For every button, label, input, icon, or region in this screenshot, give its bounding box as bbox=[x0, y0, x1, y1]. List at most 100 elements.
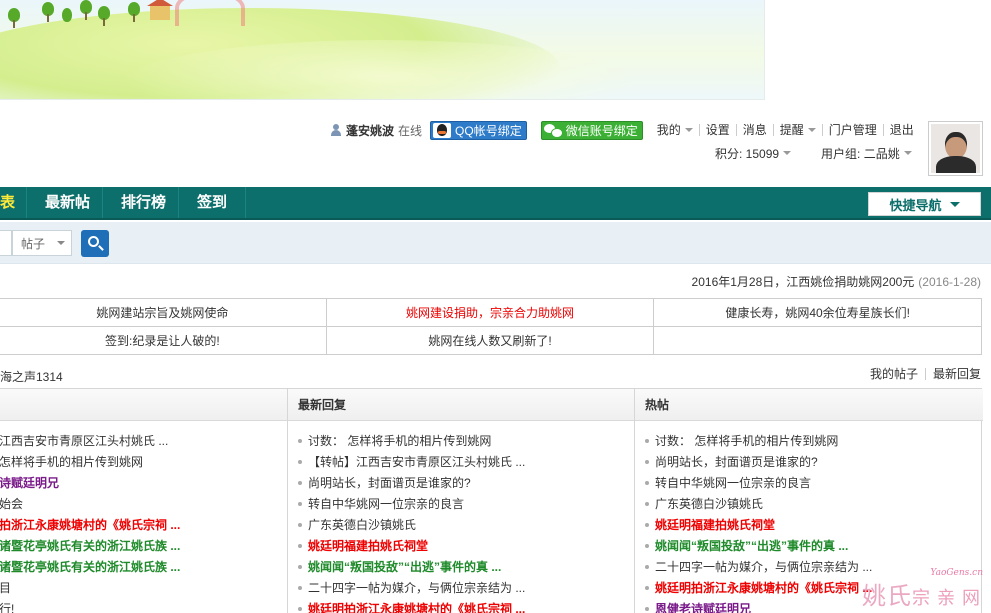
bullet-icon bbox=[298, 459, 302, 464]
list-item-title: 姚廷明拍浙江永康姚塘村的《姚氏宗祠 ... bbox=[655, 581, 873, 595]
chevron-down-icon bbox=[949, 201, 960, 207]
link-cell[interactable]: 姚网建设捐助，宗亲合力助姚网 bbox=[325, 298, 655, 327]
list-item-title: 尚明站长，封面谱页是谁家的? bbox=[655, 455, 818, 469]
list-item-title: 怎样将手机的相片传到姚网 bbox=[0, 455, 144, 469]
menu-reminders[interactable]: 提醒 bbox=[772, 123, 822, 137]
list-item[interactable]: 姚廷明拍浙江永康姚塘村的《姚氏宗祠 ... bbox=[288, 599, 634, 613]
tree-icon bbox=[62, 8, 72, 22]
list-item-title: 诗赋廷明兄 bbox=[0, 476, 60, 490]
list-item-title: 姚廷明福建拍姚氏祠堂 bbox=[655, 518, 776, 532]
bullet-icon bbox=[645, 438, 649, 443]
qq-bind-button[interactable]: QQ帐号绑定 bbox=[430, 120, 527, 140]
list-item-title: 尚明站长，封面谱页是谁家的? bbox=[308, 476, 471, 490]
list-item[interactable]: 二十四字一帖为媒介，与俩位宗亲结为 ... bbox=[288, 578, 634, 599]
section-links: 我的帖子 最新回复 bbox=[863, 368, 981, 380]
nav-item-newest[interactable]: 最新帖 bbox=[26, 187, 108, 218]
list-item-title: 转自中华姚网一位宗亲的良言 bbox=[655, 476, 812, 490]
nav-item-checkin[interactable]: 签到 bbox=[178, 187, 247, 218]
list-item-title: 姚闻闻“叛国投敌”“出逃”事件的真 ... bbox=[655, 539, 849, 553]
link-cell[interactable]: 姚网建站宗旨及姚网使命 bbox=[0, 298, 327, 327]
menu-messages[interactable]: 消息 bbox=[735, 124, 773, 136]
column-body: 江西吉安市青原区江头村姚氏 ... 怎样将手机的相片传到姚网 诗赋廷明兄始会拍浙江永… bbox=[0, 421, 287, 613]
list-item[interactable]: 姚闻闻“叛国投敌”“出逃”事件的真 ... bbox=[635, 536, 983, 557]
list-item-title: 二十四字一帖为媒介，与俩位宗亲结为 ... bbox=[308, 581, 526, 595]
menu-my[interactable]: 我的 bbox=[657, 124, 699, 136]
list-item[interactable]: 【转帖】江西吉安市青原区江头村姚氏 ... bbox=[288, 452, 634, 473]
list-item-title: 讨数： 怎样将手机的相片传到姚网 bbox=[655, 434, 839, 448]
link-cell[interactable]: 健康长寿，姚网40余位寿星族长们! bbox=[653, 298, 982, 327]
announcement-text: 2016年1月28日，江西姚俭捐助姚网200元 bbox=[691, 275, 915, 289]
column-header bbox=[0, 389, 287, 421]
menu-logout[interactable]: 退出 bbox=[882, 124, 920, 136]
username-link[interactable]: 蓬安姚波 bbox=[346, 122, 394, 139]
list-item[interactable]: 广东英德白沙镇姚氏 bbox=[635, 494, 983, 515]
list-item[interactable]: 始会 bbox=[0, 494, 287, 515]
search-type-select[interactable]: 帖子 bbox=[12, 230, 72, 256]
list-item[interactable]: 诸暨花亭姚氏有关的浙江姚氏族 ... bbox=[0, 557, 287, 578]
menu-portal-admin-label: 门户管理 bbox=[828, 123, 877, 137]
list-item[interactable]: 讨数： 怎样将手机的相片传到姚网 bbox=[635, 431, 983, 452]
menu-reminders-label: 提醒 bbox=[779, 123, 804, 137]
menu-portal-admin[interactable]: 门户管理 bbox=[821, 123, 883, 137]
list-item[interactable]: 行! bbox=[0, 599, 287, 613]
bullet-icon bbox=[298, 522, 302, 527]
list-item[interactable]: 姚廷明福建拍姚氏祠堂 bbox=[288, 536, 634, 557]
list-item[interactable]: 目 bbox=[0, 578, 287, 599]
column-header: 热帖 bbox=[635, 389, 983, 421]
my-posts-link[interactable]: 我的帖子 bbox=[863, 368, 925, 380]
list-item[interactable]: 尚明站长，封面谱页是谁家的? bbox=[635, 452, 983, 473]
post-columns: 江西吉安市青原区江头村姚氏 ... 怎样将手机的相片传到姚网 诗赋廷明兄始会拍浙江永… bbox=[0, 388, 983, 613]
bullet-icon bbox=[645, 543, 649, 548]
banner-rainbow bbox=[175, 0, 245, 26]
menu-settings[interactable]: 设置 bbox=[698, 123, 736, 137]
avatar[interactable] bbox=[928, 121, 983, 176]
bullet-icon bbox=[645, 480, 649, 485]
latest-replies-link[interactable]: 最新回复 bbox=[924, 368, 981, 380]
bullet-icon bbox=[645, 522, 649, 527]
list-item-title: 广东英德白沙镇姚氏 bbox=[655, 497, 764, 511]
link-cell[interactable]: 姚网在线人数又刷新了! bbox=[325, 326, 655, 355]
quick-nav-label: 快捷导航 bbox=[889, 197, 942, 213]
tree-trunk bbox=[13, 20, 15, 28]
chevron-down-icon bbox=[807, 128, 816, 132]
list-item[interactable]: 转自中华姚网一位宗亲的良言 bbox=[288, 494, 634, 515]
header-banner bbox=[0, 0, 765, 100]
list-item-title: 姚廷明拍浙江永康姚塘村的《姚氏宗祠 ... bbox=[308, 602, 526, 613]
list-item[interactable]: 姚闻闻“叛国投敌”“出逃”事件的真 ... bbox=[288, 557, 634, 578]
list-item-title: 【转帖】江西吉安市青原区江头村姚氏 ... bbox=[308, 455, 526, 469]
list-item[interactable]: 江西吉安市青原区江头村姚氏 ... bbox=[0, 431, 287, 452]
bullet-icon bbox=[298, 564, 302, 569]
bullet-icon bbox=[645, 606, 649, 611]
search-button[interactable] bbox=[81, 230, 109, 257]
section-left-label[interactable]: 海之声1314 bbox=[0, 368, 63, 385]
search-input[interactable] bbox=[0, 230, 12, 256]
list-item[interactable]: 尚明站长，封面谱页是谁家的? bbox=[288, 473, 634, 494]
nav-item-ranking[interactable]: 排行榜 bbox=[102, 187, 184, 218]
points-link[interactable]: 积分: 15099 bbox=[715, 145, 792, 162]
main-nav: 表 最新帖 排行榜 签到 bbox=[0, 187, 991, 220]
announcement-date: (2016-1-28) bbox=[918, 275, 981, 289]
list-item[interactable]: 讨数： 怎样将手机的相片传到姚网 bbox=[288, 431, 634, 452]
chevron-down-icon bbox=[57, 241, 66, 245]
list-item[interactable]: 姚廷明福建拍姚氏祠堂 bbox=[635, 515, 983, 536]
tree-trunk bbox=[133, 14, 135, 22]
list-item[interactable]: 诗赋廷明兄 bbox=[0, 473, 287, 494]
list-item[interactable]: 拍浙江永康姚塘村的《姚氏宗祠 ... bbox=[0, 515, 287, 536]
link-row: 姚网建站宗旨及姚网使命 姚网建设捐助，宗亲合力助姚网 健康长寿，姚网40余位寿星… bbox=[0, 298, 982, 327]
menu-settings-label: 设置 bbox=[705, 123, 730, 137]
link-cell[interactable]: 签到:纪录是让人破的! bbox=[0, 326, 327, 355]
list-item[interactable]: 广东英德白沙镇姚氏 bbox=[288, 515, 634, 536]
watermark-logo-sub: 宗亲网 bbox=[912, 588, 987, 609]
wechat-bind-button[interactable]: 微信账号绑定 bbox=[540, 120, 643, 140]
user-icon bbox=[330, 124, 342, 136]
usergroup-link[interactable]: 用户组: 二品姚 bbox=[821, 145, 912, 162]
list-item-title: 拍浙江永康姚塘村的《姚氏宗祠 ... bbox=[0, 518, 181, 532]
list-item[interactable]: 转自中华姚网一位宗亲的良言 bbox=[635, 473, 983, 494]
column-latest-replies: 最新回复 讨数： 怎样将手机的相片传到姚网 【转帖】江西吉安市青原区江头村姚氏 .… bbox=[287, 389, 634, 613]
online-status[interactable]: 在线 bbox=[398, 122, 422, 139]
bullet-icon bbox=[645, 459, 649, 464]
quick-nav-button[interactable]: 快捷导航 bbox=[868, 192, 981, 216]
announcement[interactable]: 2016年1月28日，江西姚俭捐助姚网200元 (2016-1-28) bbox=[692, 273, 981, 290]
list-item[interactable]: 诸暨花亭姚氏有关的浙江姚氏族 ... bbox=[0, 536, 287, 557]
list-item[interactable]: 怎样将手机的相片传到姚网 bbox=[0, 452, 287, 473]
